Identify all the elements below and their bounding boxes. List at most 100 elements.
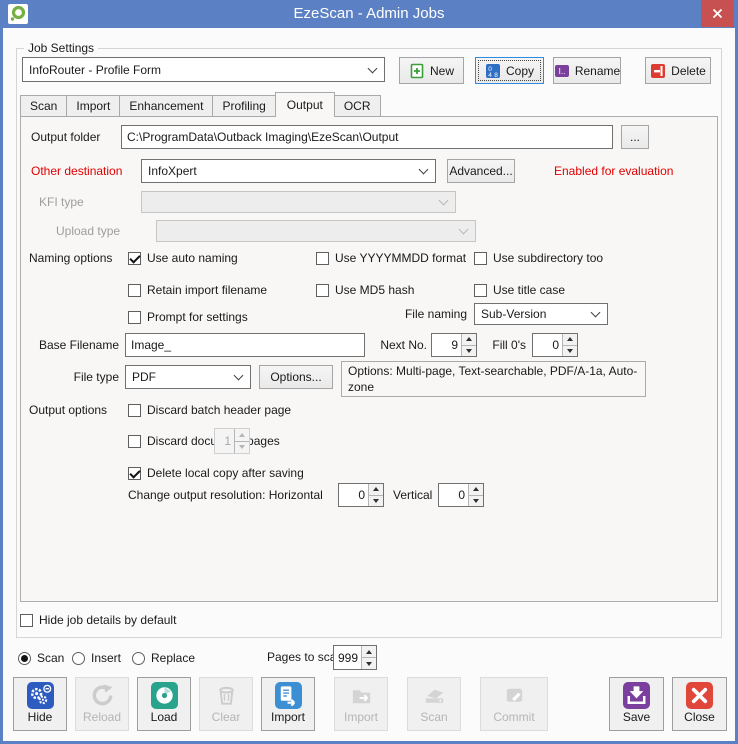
checkbox-label: Use subdirectory too [493, 251, 603, 265]
checkbox-prompt-for-settings[interactable]: Prompt for settings [128, 309, 248, 325]
copy-job-icon: 048 [485, 63, 501, 79]
import-folder-icon [348, 682, 375, 709]
checkbox-box [128, 404, 141, 417]
load-disc-icon [151, 682, 178, 709]
checkbox-use-title-case[interactable]: Use title case [474, 282, 565, 298]
file-type-options-summary: Options: Multi-page, Text-searchable, PD… [341, 361, 646, 397]
checkbox-box [474, 252, 487, 265]
resolution-vertical-value: 0 [439, 484, 468, 506]
window-close-button[interactable] [701, 0, 734, 27]
checkbox-label: Delete local copy after saving [147, 466, 304, 480]
close-button[interactable]: Close [672, 677, 727, 731]
spin-up-button[interactable] [462, 334, 476, 346]
checkbox-label: Retain import filename [147, 283, 267, 297]
import-document-icon [275, 682, 302, 709]
resolution-vertical-spinner[interactable]: 0 [438, 483, 484, 507]
checkbox-retain-import-filename[interactable]: Retain import filename [128, 282, 267, 298]
job-select-combobox[interactable]: InfoRouter - Profile Form [22, 57, 385, 82]
reload-button-label: Reload [83, 710, 121, 724]
file-type-combobox[interactable]: PDF [125, 365, 251, 389]
new-job-button[interactable]: New [399, 57, 464, 84]
other-destination-combobox[interactable]: InfoXpert [141, 159, 436, 183]
output-folder-input[interactable]: C:\ProgramData\Outback Imaging\EzeScan\O… [121, 125, 613, 149]
close-button-label: Close [684, 710, 715, 724]
pages-to-scan-value: 999 [334, 646, 361, 669]
browse-output-folder-button[interactable]: ... [621, 125, 649, 149]
checkbox-delete-local-copy-after-saving[interactable]: Delete local copy after saving [128, 465, 304, 481]
spin-down-button[interactable] [469, 496, 483, 507]
checkbox-hide-job-details-by-default[interactable]: Hide job details by default [20, 612, 176, 628]
options-button-label: Options... [270, 370, 321, 384]
window-title: EzeScan - Admin Jobs [0, 0, 738, 28]
tab-import[interactable]: Import [66, 95, 120, 117]
checkbox-use-subdirectory-too[interactable]: Use subdirectory too [474, 250, 603, 266]
checkbox-discard-document-pages[interactable]: Discard document pages [128, 433, 280, 449]
spin-up-button[interactable] [362, 646, 376, 658]
checkbox-use-md5-hash[interactable]: Use MD5 hash [316, 282, 414, 298]
tab-output[interactable]: Output [275, 92, 335, 117]
checkbox-use-yyyymmdd-format[interactable]: Use YYYYMMDD format [316, 250, 466, 266]
chevron-down-icon [368, 63, 378, 73]
delete-job-label: Delete [671, 64, 706, 78]
kfi-type-label: KFI type [39, 191, 84, 213]
checkbox-label: Discard batch header page [147, 403, 291, 417]
chevron-down-icon [591, 308, 601, 318]
spin-up-button[interactable] [563, 334, 577, 346]
resolution-horizontal-spinner[interactable]: 0 [338, 483, 384, 507]
spin-up-button[interactable] [369, 484, 383, 496]
load-button[interactable]: Load [137, 677, 191, 731]
import-button[interactable]: Import [261, 677, 315, 731]
save-button[interactable]: Save [609, 677, 664, 731]
reload-icon [89, 682, 116, 709]
radio-circle [132, 652, 145, 665]
new-job-icon [409, 63, 425, 79]
tab-scan[interactable]: Scan [20, 95, 67, 117]
checkbox-use-auto-naming[interactable]: Use auto naming [128, 250, 238, 266]
file-type-options-button[interactable]: Options... [259, 365, 333, 389]
checkbox-box [128, 252, 141, 265]
base-filename-label: Base Filename [31, 333, 119, 357]
radio-replace-mode[interactable]: Replace [132, 650, 195, 666]
rename-job-button[interactable]: I.. Rename [553, 57, 621, 84]
checkbox-box [128, 311, 141, 324]
svg-text:4: 4 [488, 72, 492, 79]
output-folder-label: Output folder [31, 125, 100, 149]
checkbox-discard-batch-header-page[interactable]: Discard batch header page [128, 402, 291, 418]
base-filename-input[interactable]: Image_ [125, 333, 365, 357]
tab-enhancement[interactable]: Enhancement [119, 95, 213, 117]
checkbox-label: Prompt for settings [147, 310, 248, 324]
tab-profiling[interactable]: Profiling [212, 95, 275, 117]
checkbox-box [128, 284, 141, 297]
copy-job-button[interactable]: 048 Copy [475, 57, 544, 84]
spin-down-button[interactable] [369, 496, 383, 507]
tab-ocr[interactable]: OCR [334, 95, 381, 117]
pages-to-scan-spinner[interactable]: 999 [333, 645, 377, 670]
clear-button-label: Clear [212, 710, 241, 724]
radio-insert-mode[interactable]: Insert [72, 650, 121, 666]
checkbox-box [20, 614, 33, 627]
discard-pages-count-value: 1 [215, 429, 234, 453]
close-x-icon [686, 682, 713, 709]
scanner-icon [421, 682, 448, 709]
ezescan-admin-jobs-window: EzeScan - Admin Jobs Job Settings InfoRo… [0, 0, 738, 744]
radio-circle [18, 652, 31, 665]
spin-up-button[interactable] [469, 484, 483, 496]
fill-zeros-spinner[interactable]: 0 [532, 333, 578, 357]
hide-settings-icon [27, 682, 54, 709]
chevron-down-icon [439, 196, 449, 206]
spin-down-button[interactable] [563, 346, 577, 357]
checkbox-label: Use YYYYMMDD format [335, 251, 466, 265]
hide-button[interactable]: Hide [13, 677, 67, 731]
advanced-button[interactable]: Advanced... [447, 159, 515, 183]
import-batch-button: Import [334, 677, 388, 731]
file-naming-value: Sub-Version [481, 307, 546, 321]
radio-scan-mode[interactable]: Scan [18, 650, 64, 666]
pages-to-scan-label: Pages to scan [267, 645, 343, 670]
checkbox-box [474, 284, 487, 297]
spin-down-button[interactable] [462, 346, 476, 357]
next-no-spinner[interactable]: 9 [431, 333, 477, 357]
spin-down-button[interactable] [362, 658, 376, 669]
file-naming-combobox[interactable]: Sub-Version [474, 303, 608, 325]
spin-down-button [235, 442, 249, 454]
delete-job-button[interactable]: Delete [645, 57, 711, 84]
